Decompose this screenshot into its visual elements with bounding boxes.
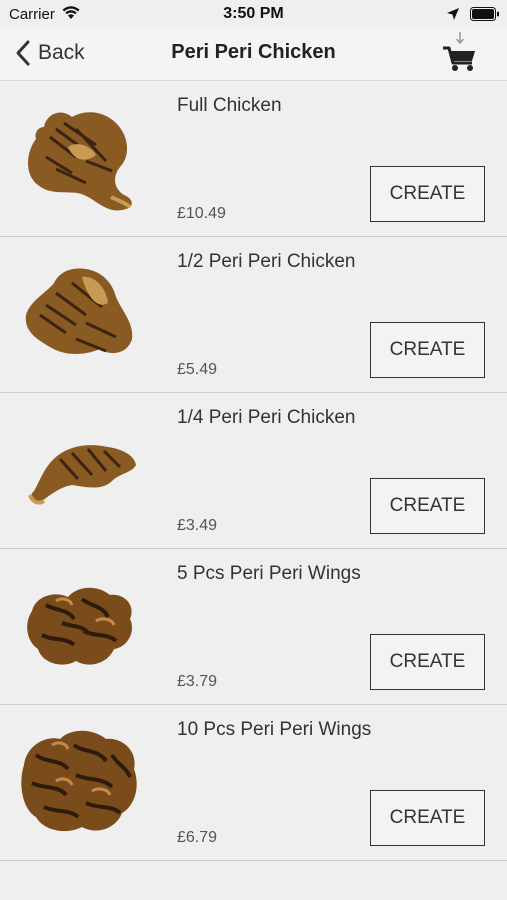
item-price: £3.49 xyxy=(177,517,218,534)
item-name: 5 Pcs Peri Peri Wings xyxy=(177,563,361,584)
create-button[interactable]: CREATE xyxy=(370,478,485,534)
half-chicken-image xyxy=(25,268,133,354)
battery-icon xyxy=(470,7,500,26)
list-item[interactable]: 1/4 Peri Peri Chicken £3.49 CREATE xyxy=(0,393,507,549)
product-list: Full Chicken £10.49 CREATE 1/2 Peri Peri… xyxy=(0,81,507,861)
item-price: £10.49 xyxy=(177,205,226,222)
cart-button[interactable] xyxy=(440,30,480,74)
navigation-bar: Back Peri Peri Chicken xyxy=(0,28,507,81)
item-price: £5.49 xyxy=(177,361,218,378)
item-name: Full Chicken xyxy=(177,95,282,116)
page-title: Peri Peri Chicken xyxy=(171,41,336,63)
list-item[interactable]: 1/2 Peri Peri Chicken £5.49 CREATE xyxy=(0,237,507,393)
item-name: 1/2 Peri Peri Chicken xyxy=(177,251,356,272)
list-item[interactable]: Full Chicken £10.49 CREATE xyxy=(0,81,507,237)
create-button[interactable]: CREATE xyxy=(370,322,485,378)
create-button[interactable]: CREATE xyxy=(370,634,485,690)
wings-5-pcs-image xyxy=(27,587,133,665)
item-name: 1/4 Peri Peri Chicken xyxy=(177,407,356,428)
wings-10-pcs-image xyxy=(21,730,137,832)
item-price: £3.79 xyxy=(177,673,218,690)
list-item[interactable]: 5 Pcs Peri Peri Wings £3.79 CREATE xyxy=(0,549,507,705)
shopping-cart-icon xyxy=(443,32,475,71)
location-arrow-icon xyxy=(446,7,460,26)
item-price: £6.79 xyxy=(177,829,218,846)
list-item[interactable]: 10 Pcs Peri Peri Wings £6.79 CREATE xyxy=(0,705,507,861)
clock: 3:50 PM xyxy=(223,5,284,22)
status-bar: Carrier 3:50 PM xyxy=(0,0,507,28)
quarter-chicken-image xyxy=(28,445,137,505)
create-button[interactable]: CREATE xyxy=(370,790,485,846)
full-chicken-image xyxy=(28,112,132,211)
item-name: 10 Pcs Peri Peri Wings xyxy=(177,719,372,740)
create-button[interactable]: CREATE xyxy=(370,166,485,222)
